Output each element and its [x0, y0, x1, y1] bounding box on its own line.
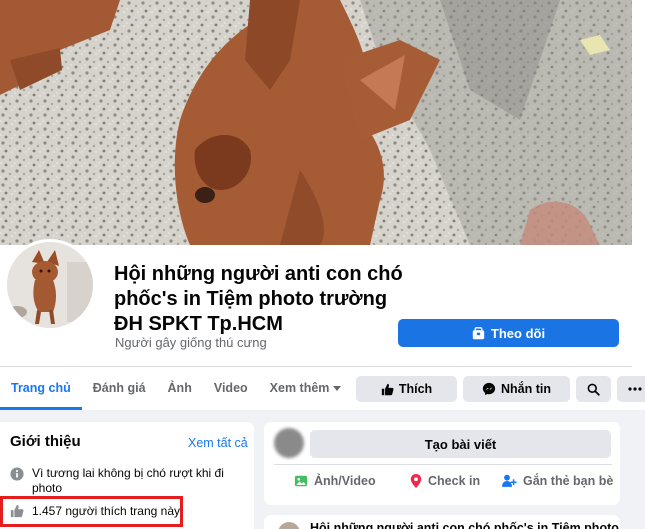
photo-video-label: Ảnh/Video	[314, 474, 376, 488]
cover-photo-image	[0, 0, 632, 245]
tab-reviews[interactable]: Đánh giá	[82, 367, 157, 410]
photo-video-button[interactable]: Ảnh/Video	[294, 470, 376, 492]
tag-people-icon	[502, 474, 517, 487]
page-actions: Thích Nhắn tin	[356, 376, 645, 402]
follow-label: Theo dõi	[490, 325, 546, 341]
intro-title: Giới thiệu	[10, 433, 81, 450]
messenger-icon	[482, 382, 496, 396]
check-in-button[interactable]: Check in	[410, 470, 480, 492]
highlight-box	[0, 496, 183, 527]
page-tabs: Trang chủ Đánh giá Ảnh Video Xem thêm	[0, 367, 352, 410]
intro-about-row: Vì tương lai không bị chó rượt khi đi ph…	[10, 466, 235, 496]
tab-home[interactable]: Trang chủ	[0, 367, 82, 410]
tab-photos[interactable]: Ảnh	[157, 367, 203, 410]
intro-about-text: Vì tương lai không bị chó rượt khi đi ph…	[32, 466, 224, 495]
see-all-link[interactable]: Xem tất cả	[188, 436, 248, 450]
page-category[interactable]: Người gây giống thú cưng	[115, 335, 267, 350]
composer-divider	[274, 464, 612, 465]
tag-friends-button[interactable]: Gắn thẻ bạn bè	[502, 470, 613, 492]
thumbs-up-icon	[381, 383, 394, 395]
message-label: Nhắn tin	[501, 382, 551, 396]
tab-more-label: Xem thêm	[269, 381, 330, 395]
tab-videos-label: Video	[213, 381, 248, 395]
tab-photos-label: Ảnh	[167, 381, 192, 395]
facebook-page: Hội những người anti con chó phốc's in T…	[0, 0, 645, 529]
page-title: Hội những người anti con chó phốc's in T…	[114, 263, 403, 335]
scrollbar-track	[632, 0, 645, 245]
cover-photo[interactable]	[0, 0, 632, 245]
tab-home-label: Trang chủ	[11, 381, 71, 395]
like-label: Thích	[398, 382, 433, 396]
page-avatar[interactable]	[4, 239, 96, 331]
post-author-name[interactable]: Hội những người anti con chó phốc's in T…	[310, 521, 619, 529]
follow-icon	[472, 326, 485, 339]
chevron-down-icon	[333, 386, 342, 392]
tab-videos[interactable]: Video	[203, 367, 259, 410]
create-post-button[interactable]: Tạo bài viết	[310, 430, 611, 458]
like-button[interactable]: Thích	[356, 376, 457, 402]
check-in-label: Check in	[428, 474, 481, 488]
tab-reviews-label: Đánh giá	[92, 381, 146, 395]
user-avatar[interactable]	[274, 428, 304, 458]
follow-button[interactable]: Theo dõi	[398, 319, 619, 347]
more-dots-icon	[627, 387, 642, 391]
avatar-dog-image	[7, 242, 93, 328]
info-icon	[10, 467, 24, 481]
more-options-button[interactable]	[617, 376, 645, 402]
tag-friends-label: Gắn thẻ bạn bè	[523, 474, 614, 488]
tab-more[interactable]: Xem thêm	[259, 367, 353, 410]
photo-icon	[294, 475, 308, 487]
message-button[interactable]: Nhắn tin	[463, 376, 570, 402]
search-button[interactable]	[576, 376, 611, 402]
search-icon	[587, 383, 600, 396]
location-pin-icon	[410, 474, 422, 488]
